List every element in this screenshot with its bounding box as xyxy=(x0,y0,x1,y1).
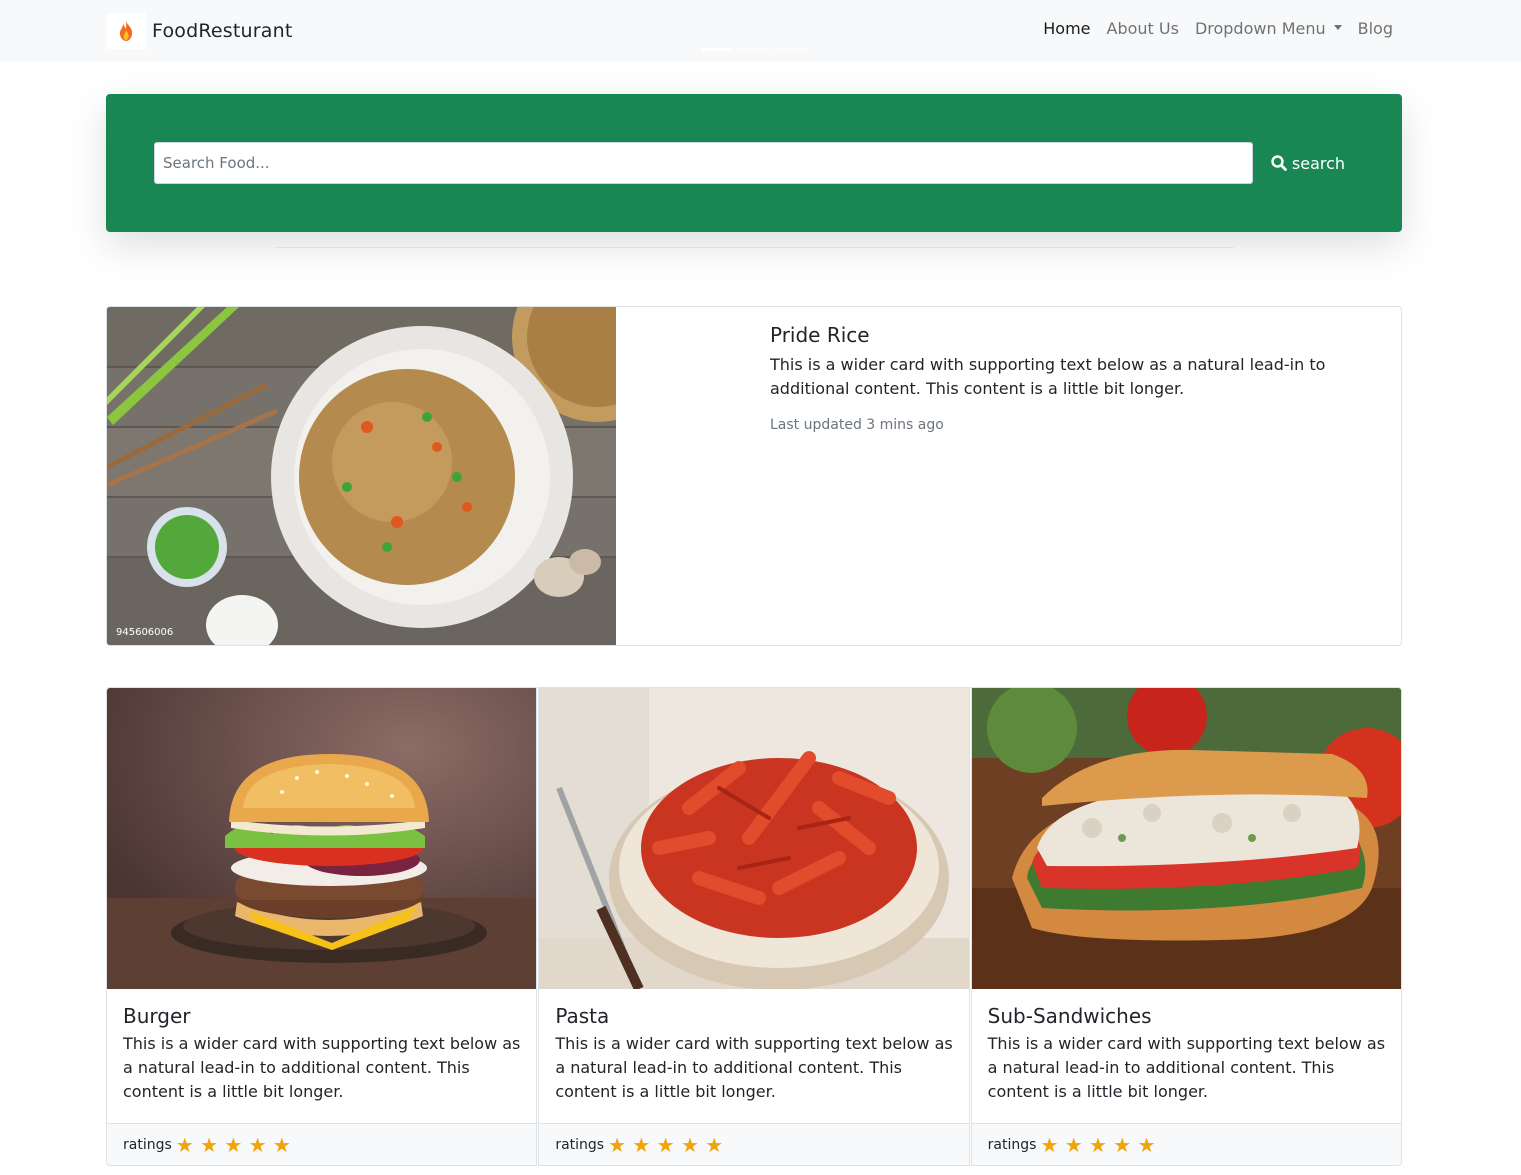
star-icon: ★ ★ ★ ★ ★ xyxy=(608,1132,724,1157)
card-text: This is a wider card with supporting tex… xyxy=(123,1034,521,1101)
flame-logo-icon xyxy=(106,13,146,49)
card-text: This is a wider card with supporting tex… xyxy=(987,1034,1386,1101)
card-footer: ratings ★ ★ ★ ★ ★ xyxy=(107,1123,537,1165)
divider xyxy=(274,247,1234,248)
brand[interactable]: FoodResturant xyxy=(106,13,293,49)
search-button-label: search xyxy=(1291,153,1346,173)
food-card-pasta[interactable]: Pasta This is a wider card with supporti… xyxy=(538,687,970,1166)
featured-card-body: Pride Rice This is a wider card with sup… xyxy=(770,323,1370,433)
food-card-body: Burger This is a wider card with support… xyxy=(123,1004,521,1104)
food-card-sub-sandwiches[interactable]: Sub-Sandwiches This is a wider card with… xyxy=(970,687,1402,1166)
last-updated: Last updated 3 mins ago xyxy=(770,417,944,433)
card-footer: ratings ★ ★ ★ ★ ★ xyxy=(971,1123,1401,1165)
nav-about-us[interactable]: About Us xyxy=(1107,19,1179,38)
nav-blog[interactable]: Blog xyxy=(1358,19,1393,38)
card-text: This is a wider card with supporting tex… xyxy=(770,355,1326,398)
featured-card[interactable]: 945606006 Pride Rice This is a wider car… xyxy=(106,306,1402,646)
search-button[interactable]: search xyxy=(1253,142,1363,184)
brand-name: FoodResturant xyxy=(152,20,293,42)
fried-rice-image: 945606006 xyxy=(107,307,616,645)
card-title: Pasta xyxy=(555,1004,610,1028)
carousel-indicator[interactable] xyxy=(702,48,732,51)
star-icon: ★ ★ ★ ★ ★ xyxy=(1040,1132,1156,1157)
ratings-label: ratings xyxy=(123,1136,172,1153)
sandwich-image xyxy=(971,688,1401,989)
card-title: Sub-Sandwiches xyxy=(987,1004,1152,1028)
burger-image xyxy=(107,688,537,989)
caret-down-icon xyxy=(1333,25,1342,30)
carousel-indicators xyxy=(702,48,810,51)
image-code: 945606006 xyxy=(116,627,174,638)
carousel-indicator[interactable] xyxy=(738,48,768,51)
star-icon: ★ ★ ★ ★ ★ xyxy=(175,1132,291,1157)
ratings-label: ratings xyxy=(987,1136,1037,1153)
nav-dropdown-menu[interactable]: Dropdown Menu xyxy=(1195,19,1342,38)
nav-links: Home About Us Dropdown Menu Blog xyxy=(1027,19,1393,38)
pasta-image xyxy=(539,688,969,989)
card-footer: ratings ★ ★ ★ ★ ★ xyxy=(539,1123,969,1165)
search-panel: search xyxy=(106,94,1402,232)
food-card-body: Pasta This is a wider card with supporti… xyxy=(555,1004,953,1104)
carousel-indicator[interactable] xyxy=(774,48,804,51)
card-title: Pride Rice xyxy=(770,323,870,347)
nav-dropdown-label: Dropdown Menu xyxy=(1194,19,1326,38)
card-group: Burger This is a wider card with support… xyxy=(106,687,1402,1166)
search-icon xyxy=(1271,155,1287,171)
food-card-body: Sub-Sandwiches This is a wider card with… xyxy=(988,1004,1386,1104)
card-text: This is a wider card with supporting tex… xyxy=(555,1034,953,1101)
navbar: FoodResturant Home About Us Dropdown Men… xyxy=(0,0,1521,62)
ratings-label: ratings xyxy=(555,1136,605,1153)
food-card-burger[interactable]: Burger This is a wider card with support… xyxy=(106,687,538,1166)
card-title: Burger xyxy=(123,1004,191,1028)
search-input[interactable] xyxy=(154,142,1253,184)
nav-home[interactable]: Home xyxy=(1043,19,1090,38)
